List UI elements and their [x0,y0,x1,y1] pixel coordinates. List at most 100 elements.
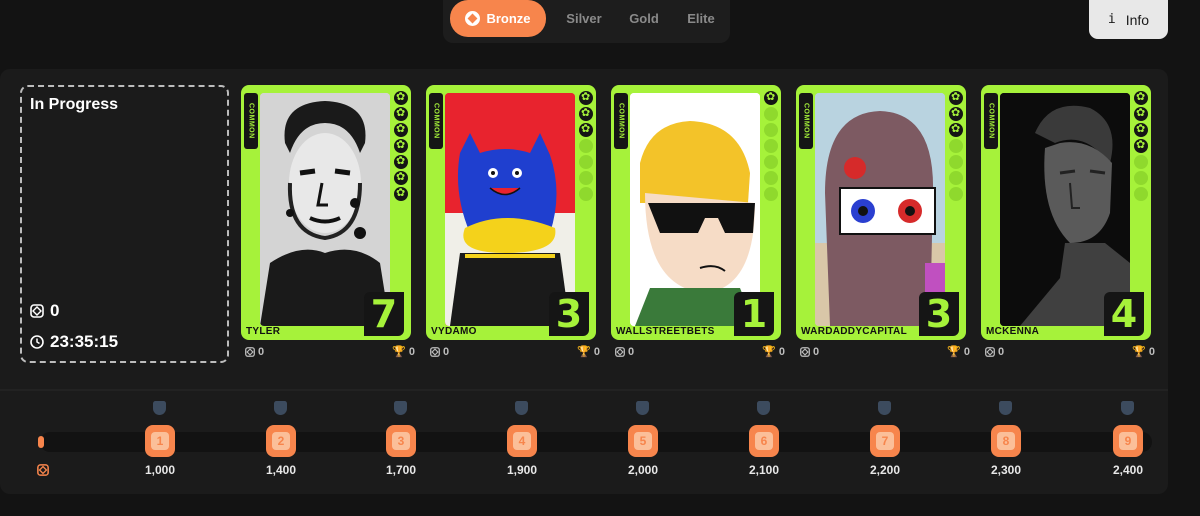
in-progress-points: 0 [30,301,59,321]
milestone-level: 7 [876,432,894,450]
card-tyler[interactable]: COMMON TYLER 7 [241,85,411,340]
points-icon [37,464,49,476]
star-slot-empty [764,107,778,121]
star-slot-empty [764,123,778,137]
tier-tabs: Bronze Silver Gold Elite [443,0,730,43]
milestone-marker-icon [1121,401,1134,415]
card-trophies-value: 0 [778,345,785,358]
milestone-marker-icon [636,401,649,415]
star-slot-empty [579,139,593,153]
card-level: 4 [1104,292,1144,336]
milestone-level: 1 [151,432,169,450]
milestone-value: 1,400 [265,463,297,477]
card-wallstreetbets[interactable]: COMMON WALLSTREETBETS 1 [611,85,781,340]
card-stats: 0 🏆 0 [245,345,415,358]
tab-silver[interactable]: Silver [559,0,609,37]
card-level: 3 [549,292,589,336]
card-stars [949,90,963,201]
card-stats: 0 🏆 0 [985,345,1155,358]
trophy-icon: 🏆 [577,346,591,358]
card-trophies-value: 0 [593,345,600,358]
star-slot-empty [579,187,593,201]
card-trophies: 🏆 0 [577,345,600,359]
milestone-value: 2,200 [869,463,901,477]
star-icon [394,186,408,201]
milestone-level: 5 [634,432,652,450]
card-rarity: COMMON [614,93,628,149]
milestone-badge: 8 [991,425,1021,457]
star-slot-empty [1134,155,1148,169]
card-points: 0 [800,345,819,358]
star-icon [394,90,408,105]
milestone-level: 3 [392,432,410,450]
star-slot-empty [579,155,593,169]
app-root: Bronze Silver Gold Elite i Info In Progr… [0,0,1200,516]
in-progress-timer: 23:35:15 [30,332,118,352]
milestone-badge: 1 [145,425,175,457]
milestone-marker-icon [757,401,770,415]
card-trophies-value: 0 [1148,345,1155,358]
tab-elite[interactable]: Elite [681,0,721,37]
star-icon [394,106,408,121]
milestone-value: 1,000 [144,463,176,477]
star-slot-empty [764,187,778,201]
milestone-badge: 7 [870,425,900,457]
tab-bronze[interactable]: Bronze [450,0,546,37]
info-button-label: Info [1125,11,1150,28]
points-icon [985,346,995,357]
star-icon [1134,106,1148,121]
info-icon: i [1107,12,1116,27]
tab-gold[interactable]: Gold [624,0,664,37]
in-progress-slot[interactable]: In Progress 0 23:35:15 [20,85,229,363]
card-stats: 0 🏆 0 [615,345,785,358]
card-stars [764,90,778,201]
star-slot-empty [764,139,778,153]
points-icon [800,346,810,357]
star-icon [394,154,408,169]
milestone-value: 1,700 [385,463,417,477]
card-trophies: 🏆 0 [947,345,970,359]
milestone-marker-icon [515,401,528,415]
star-slot-empty [949,155,963,169]
card-wardaddycapital[interactable]: COMMON WARDADDYCAPITAL 3 [796,85,966,340]
milestone-level: 9 [1119,432,1137,450]
clock-icon [30,335,44,349]
milestone-badge: 5 [628,425,658,457]
milestone-level: 4 [513,432,531,450]
card-points-value: 0 [443,345,450,358]
star-icon [394,122,408,137]
in-progress-timer-value: 23:35:15 [50,332,119,351]
card-stars [579,90,593,201]
card-level: 1 [734,292,774,336]
card-points: 0 [985,345,1004,358]
points-icon [30,304,44,318]
card-trophies-value: 0 [408,345,415,358]
card-rarity: COMMON [429,93,443,149]
milestone-value: 2,400 [1112,463,1144,477]
card-trophies-value: 0 [963,345,970,358]
milestone-value: 1,900 [506,463,538,477]
milestone-marker-icon [878,401,891,415]
card-name: MCKENNA [986,326,1040,337]
card-mckenna[interactable]: COMMON MCKENNA 4 [981,85,1151,340]
card-points-value: 0 [628,345,635,358]
trophy-icon: 🏆 [947,346,961,358]
star-icon [394,170,408,185]
star-icon [949,90,963,105]
milestone-value: 2,300 [990,463,1022,477]
card-vydamo[interactable]: COMMON VYDAMO 3 [426,85,596,340]
star-icon [579,90,593,105]
star-icon [579,106,593,121]
panel-divider [0,389,1168,391]
info-button[interactable]: i Info [1089,0,1168,39]
card-name: WALLSTREETBETS [616,326,715,337]
star-slot-empty [949,139,963,153]
card-rarity: COMMON [984,93,998,149]
star-slot-empty [764,155,778,169]
card-stats: 0 🏆 0 [800,345,970,358]
star-slot-empty [1134,187,1148,201]
milestone-marker-icon [153,401,166,415]
points-icon [245,346,255,357]
star-icon [1134,138,1148,153]
tab-bronze-label: Bronze [486,11,531,26]
